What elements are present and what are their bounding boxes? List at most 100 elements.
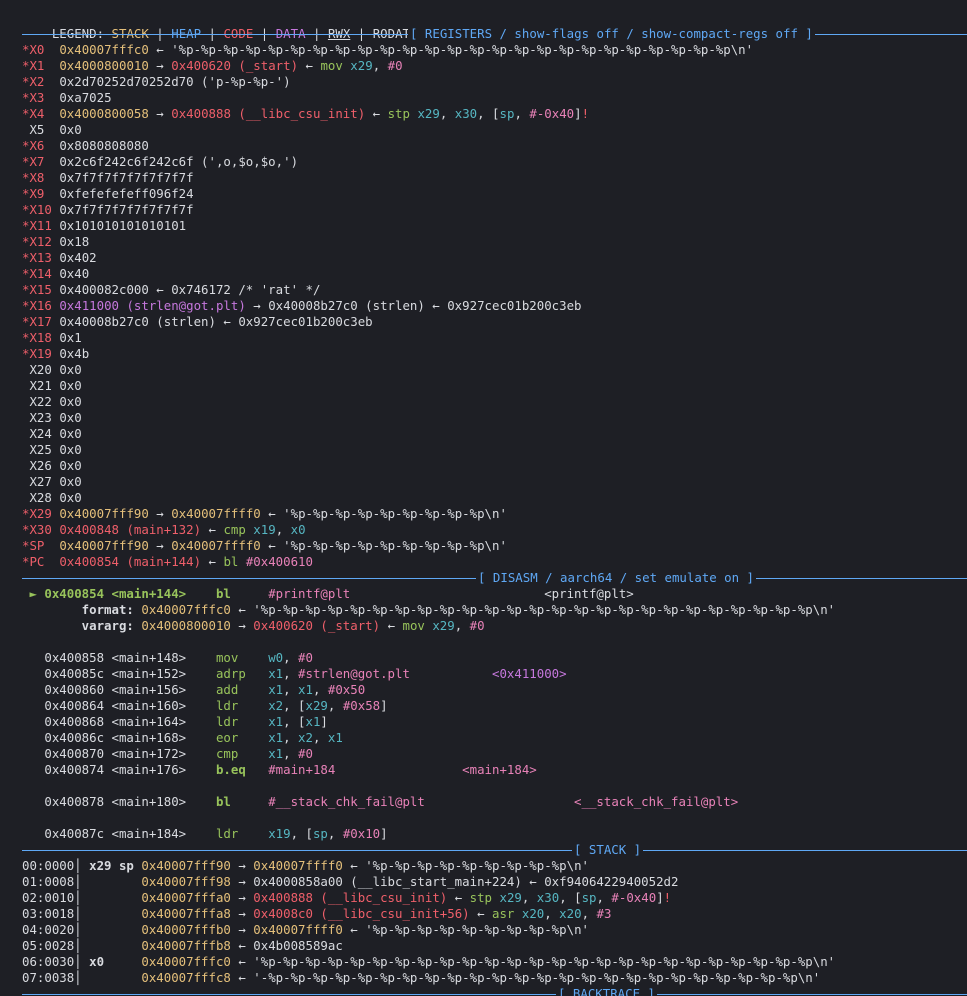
register-row-segment: 0x411000 (strlen@got.plt) [59, 298, 246, 313]
register-row-segment: ] [574, 106, 582, 121]
stack-row-segment: │ x0 [74, 954, 142, 969]
register-row: X24 0x0 [22, 426, 967, 442]
register-row: X22 0x0 [22, 394, 967, 410]
stack-row-segment: x30 [536, 890, 560, 905]
register-row-segment: 0x400082c000 ← 0x746172 /* 'rat' */ [59, 282, 321, 297]
register-row: X28 0x0 [22, 490, 967, 506]
disasm-row: 0x400874 <main+176> b.eq #main+184 <main… [22, 762, 967, 778]
register-row-segment: → [148, 106, 172, 121]
stack-row-segment: x20 [521, 906, 545, 921]
register-row-segment: *X9 [22, 186, 60, 201]
disasm-row-segment: ← [380, 618, 403, 633]
current-instruction-segment: #printf@plt [268, 586, 351, 601]
register-row: *PC 0x400854 (main+144) ← bl #0x400610 [22, 554, 967, 570]
disasm-row-segment [410, 666, 492, 681]
register-row-segment: #0x400610 [245, 554, 313, 569]
disasm-row-segment: 0x400864 <main+160> [22, 698, 216, 713]
disasm-row-segment: 0x400620 (_start) [253, 618, 381, 633]
backtrace-rule [22, 994, 967, 995]
register-row: *X8 0x7f7f7f7f7f7f7f7f [22, 170, 967, 186]
register-row-segment: #0 [387, 58, 403, 73]
disasm-row-segment: bl [215, 794, 269, 809]
disasm-row-segment: 0x400878 <main+180> [22, 794, 216, 809]
register-row-segment: 0x0 [59, 410, 82, 425]
stack-separator: [ STACK ] [22, 842, 967, 858]
register-row-segment: 0x40007fff90 [59, 506, 149, 521]
register-row-segment: *X16 [22, 298, 60, 313]
disasm-row: 0x400870 <main+172> cmp x1, #0 [22, 746, 967, 762]
register-row-segment: 0x0 [59, 426, 82, 441]
stack-row-segment: ← '%p-%p-%p-%p-%p-%p-%p-%p-%p\n' [342, 858, 589, 873]
stack-row-segment: ← '%p-%p-%p-%p-%p-%p-%p-%p-%p\n' [342, 922, 589, 937]
disasm-row: 0x40087c <main+184> ldr x19, [sp, #0x10] [22, 826, 967, 842]
register-row: *X17 0x40008b27c0 (strlen) ← 0x927cec01b… [22, 314, 967, 330]
register-row-segment: 0x40007fffc0 [59, 42, 149, 57]
register-row-segment: ← [201, 522, 224, 537]
disasm-row: 0x400864 <main+160> ldr x2, [x29, #0x58] [22, 698, 967, 714]
register-row: X20 0x0 [22, 362, 967, 378]
disasm-row-segment: , [283, 682, 299, 697]
current-instruction-segment [350, 586, 544, 601]
current-instruction-segment: <printf@plt> [544, 586, 634, 601]
stack-header: [ STACK ] [572, 842, 644, 858]
disasm-row-segment: ldr [215, 826, 269, 841]
current-instruction-segment: ► 0x400854 <main+144> bl [22, 586, 269, 601]
register-row-segment: *X11 [22, 218, 60, 233]
disasm-row [22, 634, 967, 650]
stack-row-segment: 0x40007fff90 [141, 858, 231, 873]
register-row-segment: *PC [22, 554, 60, 569]
register-row-segment: *X13 [22, 250, 60, 265]
stack-row: 02:0010│ 0x40007fffa0 → 0x400888 (__libc… [22, 890, 967, 906]
disasm-row: 0x400860 <main+156> add x1, x1, #0x50 [22, 682, 967, 698]
stack-row-segment: #-0x40 [611, 890, 657, 905]
disasm-row-segment: <0x411000> [492, 666, 567, 681]
disasm-row-segment: x1 [268, 746, 284, 761]
register-row: *X18 0x1 [22, 330, 967, 346]
disasm-row-segment: 0x40086c <main+168> [22, 730, 216, 745]
register-row-segment: *X8 [22, 170, 60, 185]
register-row-segment: *X17 [22, 314, 60, 329]
register-row-segment: X24 [22, 426, 60, 441]
register-row-segment: 0x400854 (main+144) [59, 554, 202, 569]
disasm-row-segment: x29 [432, 618, 455, 633]
stack-row: 03:0018│ 0x40007fffa8 → 0x4008c0 (__libc… [22, 906, 967, 922]
stack-row-segment: sp [581, 890, 597, 905]
disasm-row-segment: , [283, 666, 299, 681]
stack-row-segment: → [230, 890, 254, 905]
terminal-window[interactable]: LEGEND: STACK | HEAP | CODE | DATA | RWX… [0, 0, 967, 996]
disasm-row-segment: ← '%p-%p-%p-%p-%p-%p-%p-%p-%p-%p-%p-%p-%… [230, 602, 836, 617]
disasm-row-segment: x1 [268, 714, 284, 729]
backtrace-header: [ BACKTRACE ] [556, 986, 657, 996]
register-row-segment: *X14 [22, 266, 60, 281]
stack-row-segment: │ [74, 906, 142, 921]
register-row: X25 0x0 [22, 442, 967, 458]
disasm-row-segment: x2 [268, 698, 284, 713]
backtrace-separator: [ BACKTRACE ] [22, 986, 967, 996]
disasm-row-segment: , [ [290, 826, 313, 841]
disasm-row-segment: x1 [327, 730, 343, 745]
disasm-row-segment: 0x40007fffc0 [141, 602, 231, 617]
register-row-segment: 0x40007fff90 [59, 538, 149, 553]
disasm-row-segment: 0x40087c <main+184> [22, 826, 216, 841]
stack-row-segment: 0x40007fffa0 [141, 890, 231, 905]
stack-row-segment: 06:0030 [22, 954, 75, 969]
register-row: *X3 0xa7025 [22, 90, 967, 106]
stack-row-segment: │ [74, 938, 142, 953]
register-row-segment: *X12 [22, 234, 60, 249]
disasm-row-segment: 0x400860 <main+156> [22, 682, 216, 697]
stack-row-segment: ← 0x4b008589ac [230, 938, 343, 953]
disasm-row-segment: 0x400858 <main+148> [22, 650, 216, 665]
disasm-row: 0x400868 <main+164> ldr x1, [x1] [22, 714, 967, 730]
register-row-segment: ← '%p-%p-%p-%p-%p-%p-%p-%p-%p\n' [260, 538, 507, 553]
disasm-row-segment: , [454, 618, 470, 633]
register-row-segment: *X18 [22, 330, 60, 345]
disasm-row: 0x400878 <main+180> bl #__stack_chk_fail… [22, 794, 967, 810]
register-row-segment: 0x40008b27c0 (strlen) ← 0x927cec01b200c3… [59, 314, 373, 329]
register-row-segment: x30 [454, 106, 478, 121]
disasm-row-segment: mov [215, 650, 269, 665]
register-row-segment: 0x0 [59, 442, 82, 457]
register-row-segment: *X1 [22, 58, 60, 73]
register-row-segment: *X15 [22, 282, 60, 297]
disasm-row-segment: #__stack_chk_fail@plt [268, 794, 425, 809]
stack-row-segment: , [544, 906, 560, 921]
